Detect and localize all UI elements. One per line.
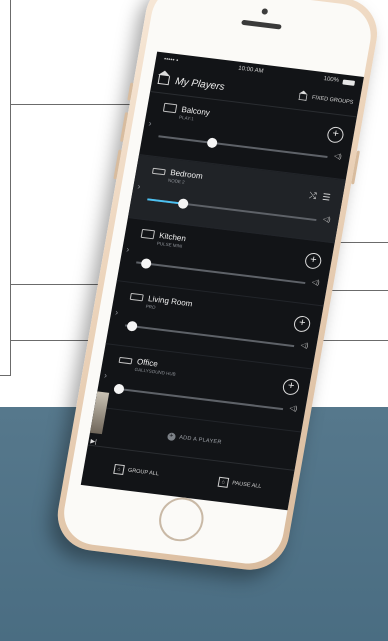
home-button[interactable] bbox=[155, 495, 207, 544]
device-icon bbox=[129, 292, 144, 302]
device-icon bbox=[162, 102, 178, 114]
volume-slider[interactable] bbox=[147, 198, 317, 222]
speaker-icon: ◁) bbox=[300, 341, 309, 350]
speaker-icon: ◁) bbox=[288, 404, 298, 413]
fixed-groups-button[interactable]: FIXED GROUPS bbox=[297, 92, 354, 108]
volume-knob[interactable] bbox=[113, 383, 125, 395]
plus-icon: + bbox=[166, 432, 176, 442]
speaker-icon: ◁) bbox=[322, 215, 332, 224]
callout-frame bbox=[0, 0, 11, 376]
battery-icon bbox=[342, 78, 356, 86]
group-all-button[interactable]: ⌂ GROUP ALL bbox=[113, 463, 160, 479]
group-icon: ⌂ bbox=[113, 463, 125, 476]
callout-line-header bbox=[10, 104, 142, 105]
device-icon bbox=[118, 356, 133, 364]
shuffle-icon[interactable]: ⤭ bbox=[308, 190, 317, 202]
volume-slider[interactable] bbox=[113, 383, 284, 411]
volume-knob[interactable] bbox=[177, 198, 189, 210]
speaker-icon: ◁) bbox=[333, 152, 343, 161]
battery-percent: 100% bbox=[323, 76, 340, 84]
status-time: 10:00 AM bbox=[237, 65, 264, 75]
chevron-right-icon[interactable]: › bbox=[114, 307, 119, 317]
chevron-right-icon[interactable]: › bbox=[126, 244, 131, 254]
device-icon bbox=[151, 167, 166, 175]
plus-circle-icon[interactable]: + bbox=[281, 378, 301, 396]
volume-knob[interactable] bbox=[206, 137, 219, 149]
pause-icon: ⌂ bbox=[217, 476, 230, 488]
camera-icon bbox=[261, 8, 269, 15]
player-list: › Balcony PLAY:1 + ◁) › Bedroom NODE 2 ⤭… bbox=[94, 91, 357, 433]
house-icon[interactable] bbox=[157, 74, 171, 85]
chevron-right-icon[interactable]: › bbox=[137, 181, 142, 191]
carrier-signal: ••••• • bbox=[163, 56, 179, 65]
volume-knob[interactable] bbox=[126, 320, 138, 332]
volume-knob[interactable] bbox=[140, 258, 153, 270]
volume-slider[interactable] bbox=[136, 258, 306, 285]
group-all-label: GROUP ALL bbox=[127, 467, 160, 478]
plus-circle-icon[interactable]: + bbox=[326, 126, 345, 144]
volume-slider[interactable] bbox=[124, 320, 295, 348]
device-icon bbox=[140, 228, 156, 240]
speaker-icon: ◁) bbox=[311, 278, 321, 287]
fixed-groups-label: FIXED GROUPS bbox=[311, 94, 354, 106]
earpiece-icon bbox=[241, 19, 282, 30]
pause-all-label: PAUSE ALL bbox=[231, 480, 262, 490]
volume-slider[interactable] bbox=[158, 135, 328, 159]
page-title: My Players bbox=[174, 75, 226, 93]
chevron-right-icon[interactable]: › bbox=[148, 118, 153, 128]
chevron-right-icon[interactable]: › bbox=[103, 370, 108, 380]
player-controls: ⤭ ☰ bbox=[308, 190, 331, 203]
house-small-icon bbox=[299, 93, 308, 101]
add-player-label: ADD A PLAYER bbox=[178, 434, 223, 446]
pause-all-button[interactable]: ⌂ PAUSE ALL bbox=[217, 476, 262, 492]
